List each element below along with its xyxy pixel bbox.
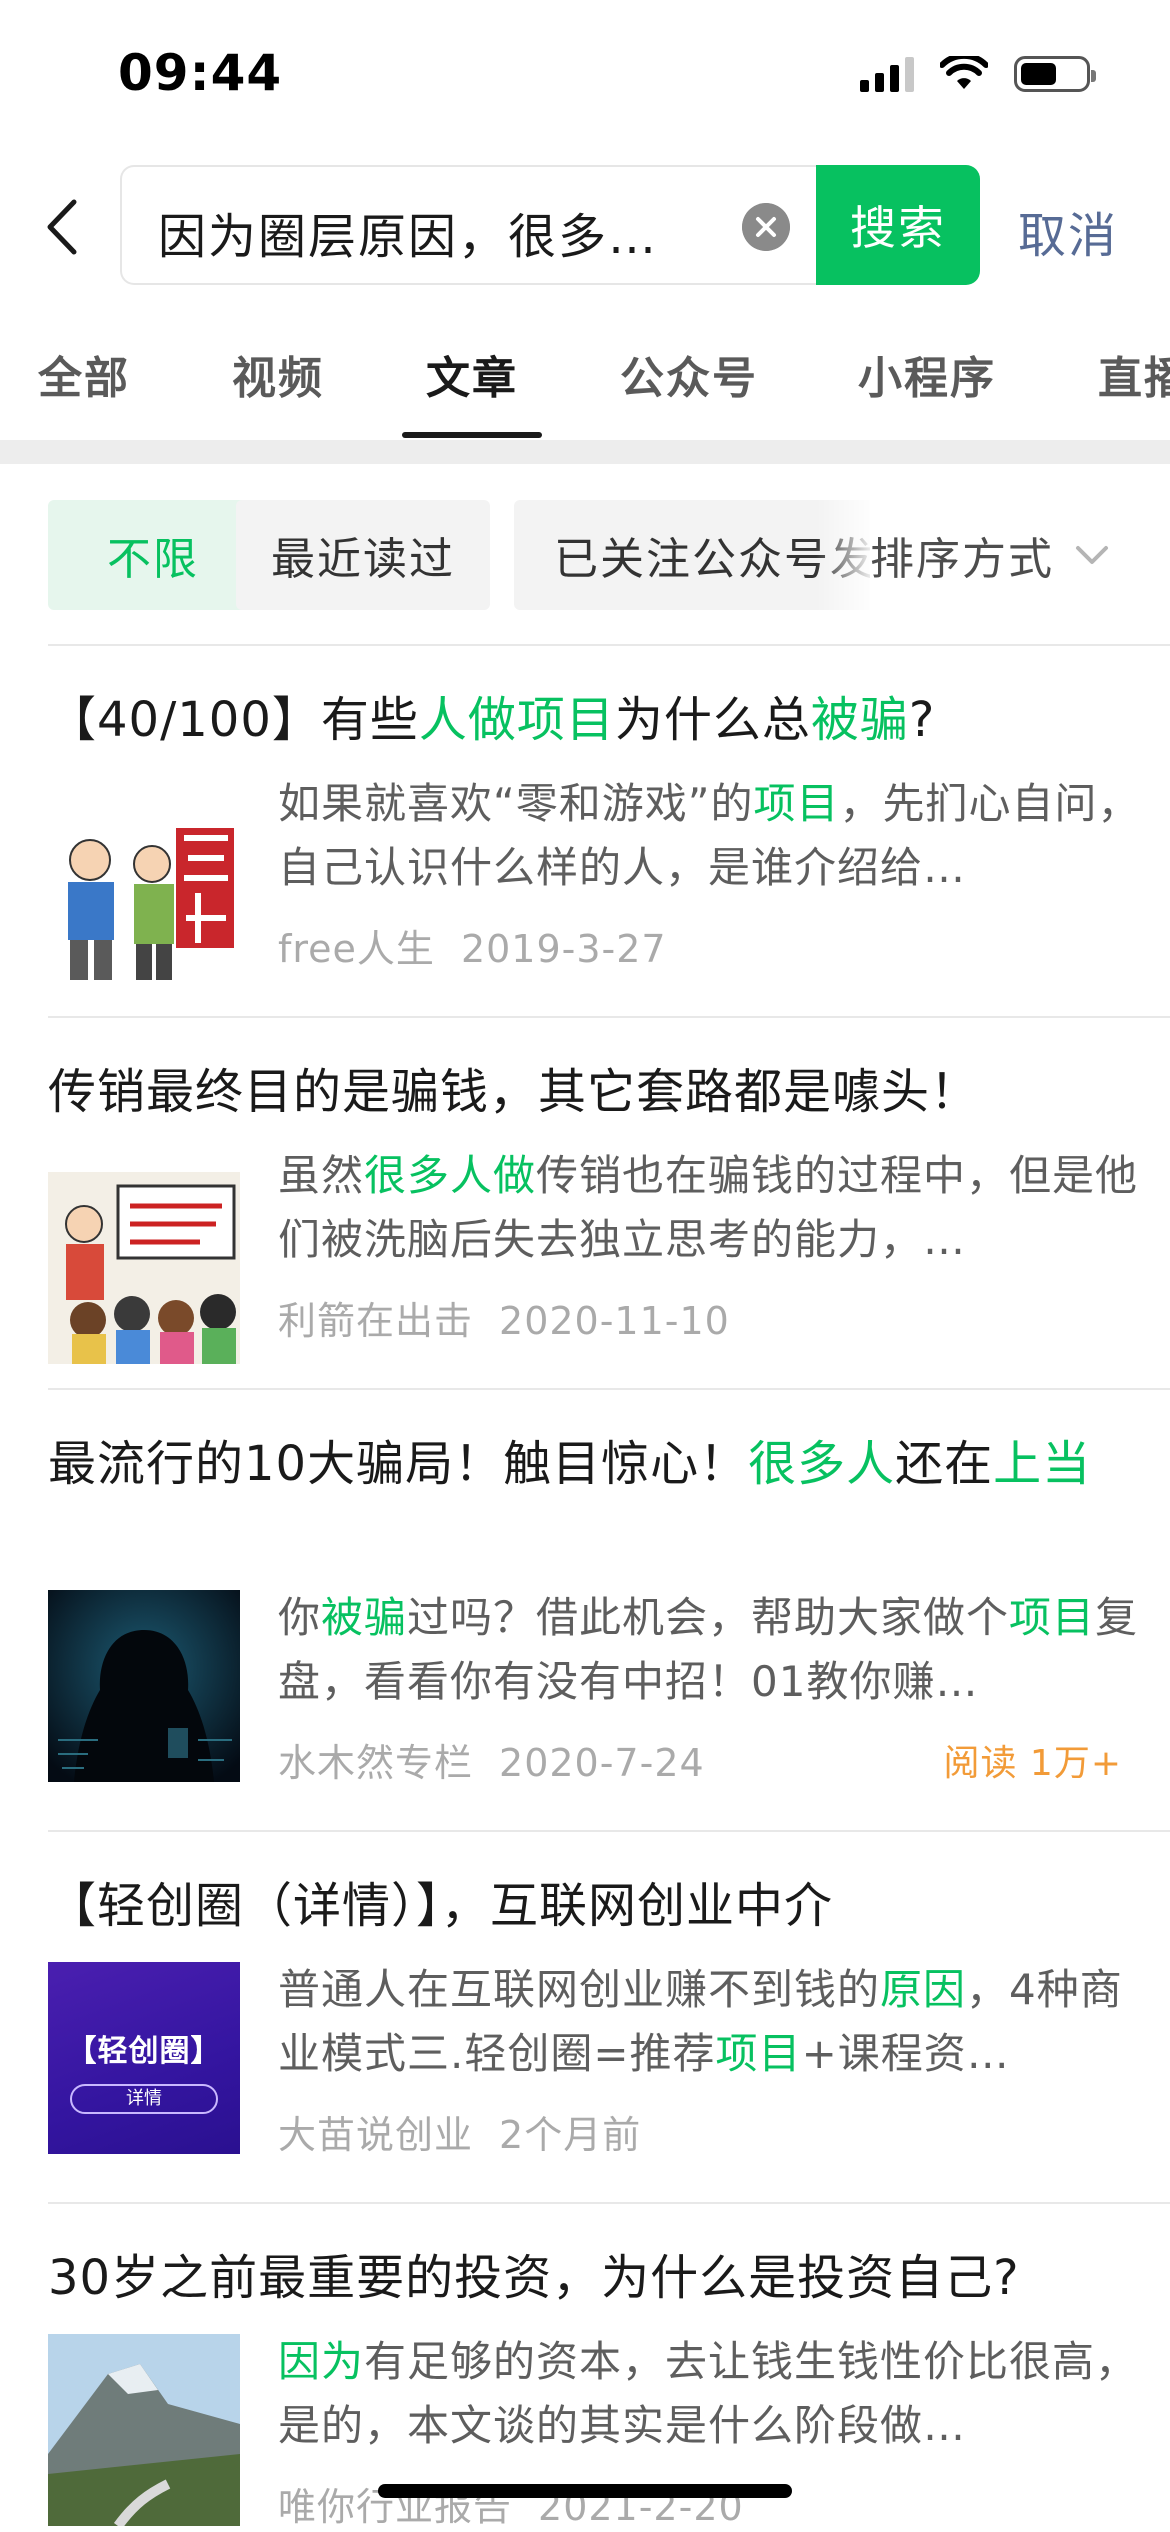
highlighted-keyword: 因为 (278, 2337, 365, 2386)
results-list: 【40/100】有些人做项目为什么总被骗? 如果就喜欢“零和游戏”的项目，先扪心… (0, 646, 1170, 2532)
hacker-image (48, 1590, 240, 1782)
highlighted-keyword: 很多人做 (364, 1151, 537, 1200)
result-description: 你被骗过吗？借此机会，帮助大家做个项目复盘，看看你有没有中招！01教你赚… (278, 1586, 1158, 1714)
text-segment: 为什么总 (614, 692, 811, 748)
result-thumbnail: 【轻创圈】 详情 (48, 1962, 240, 2154)
result-date: 2019-3-27 (460, 927, 667, 971)
result-item[interactable]: 【轻创圈（详情）】，互联网创业中介 【轻创圈】 详情 普通人在互联网创业赚不到钱… (48, 1832, 1170, 2204)
highlighted-keyword: 很多人 (748, 1436, 896, 1492)
status-bar: 09:44 (0, 0, 1170, 150)
text-segment: 过吗？借此机会，帮助大家做个 (407, 1593, 1010, 1642)
text-segment: 你 (278, 1593, 322, 1642)
clear-search-icon[interactable] (742, 203, 790, 251)
battery-icon (1014, 56, 1096, 92)
sort-label: 排序方式 (870, 534, 1054, 585)
status-icons (860, 56, 1096, 92)
result-meta: 大苗说创业 2个月前 (278, 2104, 641, 2159)
signal-icon (860, 56, 914, 92)
cartoon-scam-image (48, 798, 240, 990)
tab-articles[interactable]: 文章 (426, 342, 518, 406)
result-meta: 利箭在出击 2020-11-10 (278, 1290, 730, 1345)
tab-official-accounts[interactable]: 公众号 (620, 342, 758, 406)
text-segment: 最流行的10大骗局！触目惊心！ (48, 1436, 749, 1492)
result-source[interactable]: 利箭在出击 (278, 1299, 473, 1343)
highlighted-keyword: 项目 (715, 2029, 802, 2078)
cancel-button[interactable]: 取消 (1018, 196, 1118, 266)
result-date: 2020-7-24 (499, 1741, 705, 1785)
text-segment: 【40/100】有些 (48, 692, 419, 748)
wifi-icon (940, 56, 988, 89)
result-description: 如果就喜欢“零和游戏”的项目，先扪心自问，自己认识什么样的人，是谁介绍给… (278, 772, 1158, 900)
result-description: 普通人在互联网创业赚不到钱的原因，4种商业模式三.轻创圈=推荐项目+课程资… (278, 1958, 1158, 2086)
text-segment: +课程资… (801, 2029, 1010, 2078)
highlighted-keyword: 人做项目 (418, 692, 615, 748)
text-segment: 还在 (895, 1436, 994, 1492)
tab-live[interactable]: 直播 (1098, 342, 1170, 406)
tab-mini-programs[interactable]: 小程序 (858, 342, 996, 406)
text-segment: 30岁之前最重要的投资，为什么是投资自己? (48, 2250, 1020, 2306)
result-title: 【轻创圈（详情）】，互联网创业中介 (48, 1872, 1098, 1940)
result-item[interactable]: 最流行的10大骗局！触目惊心！很多人还在上当 你被骗过吗？借此机会，帮助大家做个… (48, 1390, 1170, 1832)
result-title: 30岁之前最重要的投资，为什么是投资自己? (48, 2244, 1098, 2312)
highlighted-keyword: 原因 (880, 1965, 967, 2014)
tab-all[interactable]: 全部 (38, 342, 130, 406)
back-arrow-icon[interactable] (38, 196, 94, 258)
status-time: 09:44 (118, 44, 283, 102)
text-segment: 普通人在互联网创业赚不到钱的 (278, 1965, 881, 2014)
text-segment: 【轻创圈（详情）】，互联网创业中介 (48, 1878, 834, 1934)
result-title: 最流行的10大骗局！触目惊心！很多人还在上当 (48, 1430, 1098, 1498)
sort-fade (816, 500, 876, 610)
result-item[interactable]: 传销最终目的是骗钱，其它套路都是噱头！ 虽然很多人做传销也在骗钱的过程中，但是他… (48, 1018, 1170, 1390)
filter-chip-recently-read[interactable]: 最近读过 (236, 500, 490, 610)
sort-dropdown[interactable]: 排序方式 (870, 500, 1170, 610)
search-button[interactable]: 搜索 (816, 165, 980, 285)
result-title: 【40/100】有些人做项目为什么总被骗? (48, 686, 1098, 754)
result-item[interactable]: 【40/100】有些人做项目为什么总被骗? 如果就喜欢“零和游戏”的项目，先扪心… (48, 646, 1170, 1018)
cartoon-class-image (48, 1172, 240, 1364)
highlighted-keyword: 项目 (1009, 1593, 1096, 1642)
result-meta: free人生 2019-3-27 (278, 918, 667, 973)
text-segment: 如果就喜欢“零和游戏”的 (278, 779, 754, 828)
result-thumbnail (48, 1172, 240, 1364)
text-segment: 传销最终目的是骗钱，其它套路都是噱头！ (48, 1064, 980, 1120)
result-date: 2020-11-10 (499, 1299, 730, 1343)
thumb-title: 【轻创圈】 (66, 2034, 222, 2069)
text-segment: ? (908, 692, 936, 748)
active-tab-indicator (402, 432, 542, 438)
result-item[interactable]: 30岁之前最重要的投资，为什么是投资自己? 因为有足够的资本，去让钱生钱性价比很… (48, 2204, 1170, 2532)
home-indicator[interactable] (378, 2484, 792, 2498)
result-source[interactable]: 大苗说创业 (278, 2113, 473, 2157)
tab-video[interactable]: 视频 (232, 342, 324, 406)
read-count: 阅读 1万+ (943, 1743, 1122, 1784)
filter-chip-unlimited[interactable]: 不限 (48, 500, 258, 610)
result-thumbnail (48, 2334, 240, 2526)
category-tabs: 全部 视频 文章 公众号 小程序 直播 (0, 330, 1170, 440)
thumb-button: 详情 (70, 2084, 218, 2114)
tabs-divider (0, 440, 1170, 464)
result-meta: 水木然专栏 2020-7-24 (278, 1732, 705, 1787)
highlighted-keyword: 被骗 (810, 692, 909, 748)
chevron-down-icon (1076, 546, 1108, 564)
filter-bar: 不限 最近读过 已关注公众号发 排序方式 (0, 500, 1170, 612)
result-description: 因为有足够的资本，去让钱生钱性价比很高，是的，本文谈的其实是什么阶段做… (278, 2330, 1158, 2458)
highlighted-keyword: 被骗 (321, 1593, 408, 1642)
result-date: 2个月前 (499, 2113, 642, 2157)
result-title: 传销最终目的是骗钱，其它套路都是噱头！ (48, 1058, 1098, 1126)
result-description: 虽然很多人做传销也在骗钱的过程中，但是他们被洗脑后失去独立思考的能力，… (278, 1144, 1158, 1272)
highlighted-keyword: 上当 (993, 1436, 1092, 1492)
result-source[interactable]: free人生 (278, 927, 435, 971)
search-query: 因为圈层原因，很多… (158, 209, 659, 265)
highlighted-keyword: 项目 (753, 779, 840, 828)
result-thumbnail (48, 1590, 240, 1782)
text-segment: 有足够的资本，去让钱生钱性价比很高，是的，本文谈的其实是什么阶段做… (278, 2337, 1139, 2450)
mountain-image (48, 2334, 240, 2526)
search-bar: 因为圈层原因，很多… 搜索 取消 (0, 160, 1170, 290)
search-input[interactable]: 因为圈层原因，很多… (120, 165, 820, 285)
result-thumbnail (48, 798, 240, 990)
result-source[interactable]: 水木然专栏 (278, 1741, 473, 1785)
text-segment: 虽然 (278, 1151, 365, 1200)
